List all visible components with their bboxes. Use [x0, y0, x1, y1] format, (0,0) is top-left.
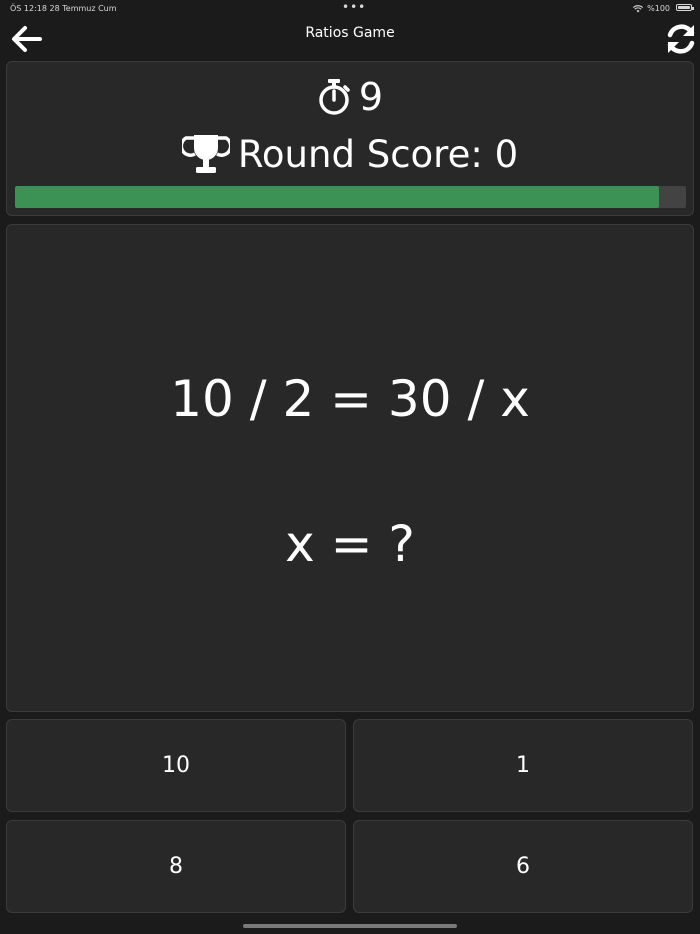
trophy-icon — [181, 135, 230, 173]
page-title: Ratios Game — [305, 25, 395, 41]
status-right: %100 — [633, 4, 670, 13]
ratio-equation: 10 / 2 = 30 / x — [170, 370, 530, 428]
round-score-text: Round Score: 0 — [237, 132, 519, 176]
multitasking-dots-icon[interactable]: ••• — [342, 0, 366, 14]
answer-button-4[interactable]: 6 — [353, 820, 693, 913]
navigation-bar: Ratios Game — [0, 16, 700, 60]
time-progress-fill — [15, 186, 660, 208]
stopwatch-icon — [319, 79, 350, 115]
time-progress-bar — [15, 186, 686, 208]
timer: 9 — [7, 75, 693, 119]
timer-value: 9 — [358, 75, 384, 119]
answer-button-3[interactable]: 8 — [6, 820, 346, 913]
home-indicator[interactable] — [243, 924, 457, 928]
round-score: Round Score: 0 — [7, 130, 693, 178]
status-time-date: ÖS 12:18 28 Temmuz Cum — [10, 4, 117, 13]
refresh-button[interactable] — [664, 22, 698, 56]
game-status-panel: 9 Round Score: 0 — [6, 61, 694, 216]
battery-icon — [676, 4, 694, 11]
status-bar: ÖS 12:18 28 Temmuz Cum ••• %100 — [0, 0, 700, 16]
question-panel: 10 / 2 = 30 / x x = ? — [6, 224, 694, 712]
answer-button-2[interactable]: 1 — [353, 719, 693, 812]
refresh-icon — [667, 24, 695, 54]
answer-button-1[interactable]: 10 — [6, 719, 346, 812]
wifi-icon — [633, 4, 644, 12]
question-prompt: x = ? — [285, 515, 415, 573]
battery-percent: %100 — [647, 4, 670, 13]
